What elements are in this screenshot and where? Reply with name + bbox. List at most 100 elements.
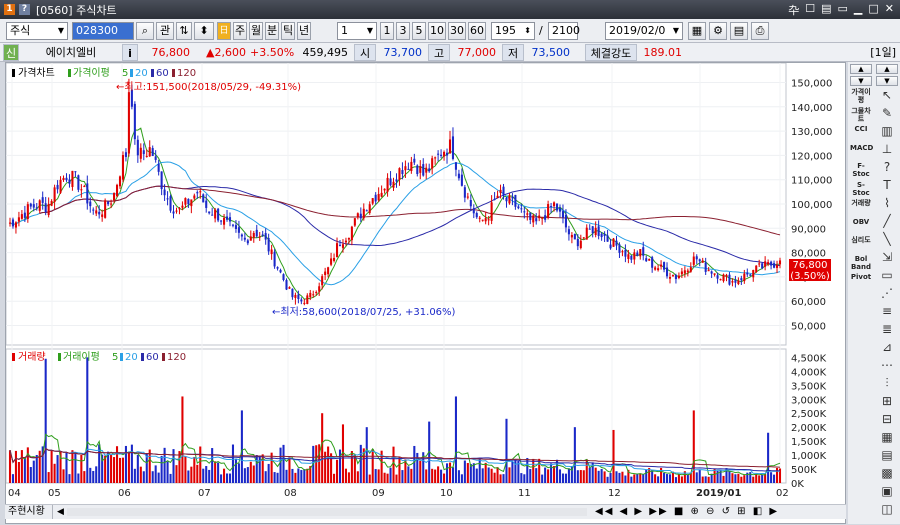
sidebar-indicator-8[interactable]: 심리도: [850, 236, 872, 244]
drawing-tool-19-icon[interactable]: ▦: [878, 428, 896, 446]
date-tick-label: 05: [48, 488, 61, 499]
volume-bar: [523, 474, 526, 483]
interval-60[interactable]: 60: [468, 22, 486, 40]
related-button[interactable]: 관: [156, 22, 174, 40]
tool-up-icon[interactable]: ▲: [876, 64, 898, 74]
volume-bar: [26, 447, 29, 483]
interval-3[interactable]: 3: [396, 22, 410, 40]
sidebar-indicator-7[interactable]: OBV: [850, 218, 872, 226]
candle-body: [737, 280, 740, 285]
date-tick-label: 10: [440, 488, 453, 499]
drawing-tool-6-icon[interactable]: ⌇: [878, 194, 896, 212]
period-year[interactable]: 년: [297, 22, 311, 40]
spin-icon[interactable]: ⬍: [194, 22, 214, 40]
stock-code-input[interactable]: 028300: [72, 22, 134, 40]
tool-down-icon[interactable]: ▼: [876, 76, 898, 86]
candle-body: [677, 275, 680, 279]
save-icon[interactable]: ▤: [730, 22, 748, 40]
volume-bar: [220, 474, 223, 483]
candle-body: [190, 199, 193, 207]
drawing-tool-10-icon[interactable]: ▭: [878, 266, 896, 284]
drawing-tool-16-icon[interactable]: ⫶: [878, 374, 896, 392]
print-icon[interactable]: ⎙: [751, 22, 769, 40]
scrollbar[interactable]: [67, 508, 587, 516]
drawing-tool-20-icon[interactable]: ▤: [878, 446, 896, 464]
window-icon[interactable]: ▭: [838, 2, 848, 18]
sidebar-down-icon[interactable]: ▼: [850, 76, 872, 86]
info-button[interactable]: i: [122, 44, 138, 61]
scroll-left-icon[interactable]: ◀: [57, 505, 64, 519]
drawing-tool-22-icon[interactable]: ▣: [878, 482, 896, 500]
sidebar-indicator-2[interactable]: CCI: [850, 125, 872, 133]
up-down-icon[interactable]: ⇅: [176, 22, 192, 40]
volume-bar: [594, 467, 597, 483]
volume-bar: [291, 468, 294, 483]
grid-icon[interactable]: ▦: [688, 22, 706, 40]
sidebar-indicator-1[interactable]: 그물차트: [850, 107, 872, 123]
interval-10[interactable]: 10: [428, 22, 446, 40]
drawing-tool-3-icon[interactable]: ⊥: [878, 140, 896, 158]
chart-canvas[interactable]: 150,000 140,000 130,000 120,000 110,000 100,0…: [6, 63, 845, 503]
date-select[interactable]: 2019/02/0 ▼: [605, 22, 683, 40]
minute-select[interactable]: 1 ▼: [337, 22, 377, 40]
search-icon[interactable]: ⌕: [136, 22, 154, 40]
drawing-tool-7-icon[interactable]: ╱: [878, 212, 896, 230]
drawing-tool-13-icon[interactable]: ≣: [878, 320, 896, 338]
close-icon[interactable]: ✕: [885, 2, 894, 18]
period-monthly[interactable]: 월: [249, 22, 263, 40]
sidebar-indicator-0[interactable]: 가격이평: [850, 88, 872, 104]
candle-body: [734, 280, 737, 283]
drawing-tool-0-icon[interactable]: ↖: [878, 86, 896, 104]
sidebar-up-icon[interactable]: ▲: [850, 64, 872, 74]
drawing-tool-8-icon[interactable]: ╲: [878, 230, 896, 248]
total-input[interactable]: 2100: [548, 22, 580, 40]
sidebar-indicator-9[interactable]: Bol Band: [850, 255, 872, 271]
volume-bar: [321, 413, 324, 483]
interval-30[interactable]: 30: [448, 22, 466, 40]
volume-bar: [32, 460, 35, 483]
market-status-tab[interactable]: 주현시황: [5, 505, 53, 519]
candle-body: [496, 195, 499, 198]
drawing-tool-23-icon[interactable]: ◫: [878, 500, 896, 518]
sidebar-indicator-4[interactable]: F-Stoc: [850, 162, 872, 178]
maximize-icon[interactable]: □: [868, 2, 878, 18]
drawing-tool-14-icon[interactable]: ⊿: [878, 338, 896, 356]
period-weekly[interactable]: 주: [233, 22, 247, 40]
chart-area[interactable]: 150,000 140,000 130,000 120,000 110,000 100,0…: [5, 62, 846, 524]
drawing-tool-21-icon[interactable]: ▩: [878, 464, 896, 482]
drawing-tool-18-icon[interactable]: ⊟: [878, 410, 896, 428]
price-tick-label: 130,000: [791, 127, 832, 138]
count-input[interactable]: 195 ⬍: [491, 22, 535, 40]
market-select[interactable]: 주식 ▼: [6, 22, 68, 40]
sidebar-indicator-3[interactable]: MACD: [850, 144, 873, 152]
candle-body: [306, 295, 309, 304]
interval-5[interactable]: 5: [412, 22, 426, 40]
drawing-tool-5-icon[interactable]: T: [878, 176, 896, 194]
drawing-tool-17-icon[interactable]: ⊞: [878, 392, 896, 410]
minimize-icon[interactable]: ▁: [854, 2, 862, 18]
navigation-controls[interactable]: ◀◀ ◀ ▶ ▶▶ ■ ⊕ ⊖ ↺ ⊞ ◧ ▶: [595, 505, 779, 519]
drawing-tool-15-icon[interactable]: ⋯: [878, 356, 896, 374]
candle-body: [487, 219, 490, 221]
restore-icon[interactable]: ☐: [805, 2, 815, 18]
help-icon[interactable]: ?: [19, 4, 30, 15]
volume-bar: [74, 452, 77, 483]
drawing-tool-1-icon[interactable]: ✎: [878, 104, 896, 122]
settings-icon[interactable]: ⚙: [709, 22, 727, 40]
date-tick-label: 02: [776, 488, 789, 499]
sidebar-indicator-5[interactable]: S-Stoc: [850, 181, 872, 197]
drawing-tool-4-icon[interactable]: ?: [878, 158, 896, 176]
volume-bar: [752, 476, 755, 483]
day-button[interactable]: 日: [217, 22, 231, 40]
drawing-tool-2-icon[interactable]: ▥: [878, 122, 896, 140]
pin-icon[interactable]: 卆: [788, 2, 799, 18]
drawing-tool-9-icon[interactable]: ⇲: [878, 248, 896, 266]
interval-1[interactable]: 1: [380, 22, 394, 40]
sidebar-indicator-10[interactable]: Pivot: [850, 273, 872, 281]
drawing-tool-11-icon[interactable]: ⋰: [878, 284, 896, 302]
save-icon[interactable]: ▤: [821, 2, 831, 18]
drawing-tool-12-icon[interactable]: ≡: [878, 302, 896, 320]
period-minute[interactable]: 분: [265, 22, 279, 40]
period-tick[interactable]: 틱: [281, 22, 295, 40]
sidebar-indicator-6[interactable]: 거래량: [850, 199, 872, 207]
